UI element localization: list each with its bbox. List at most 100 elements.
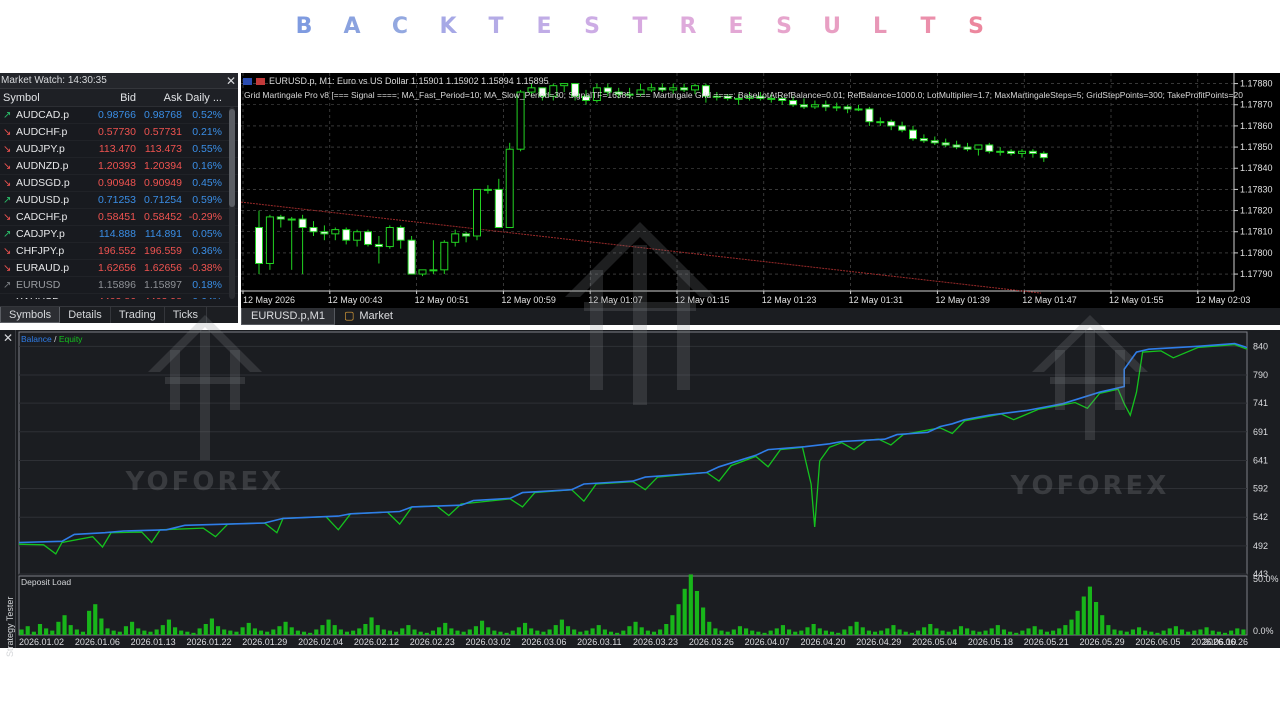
tab-label: Market <box>359 310 393 322</box>
x-tick-label: 2026.03.11 <box>577 637 621 647</box>
tab-eurusd-chart[interactable]: EURUSD.p,M1 <box>241 308 335 325</box>
deposit-load-bar <box>455 630 460 635</box>
deposit-load-bar <box>271 629 276 635</box>
chart-symbol-info: EURUSD.p, M1: Euro vs US Dollar 1.15901 … <box>269 76 549 86</box>
deposit-load-bar <box>437 627 442 635</box>
deposit-load-bar <box>351 630 356 635</box>
deposit-load-bar <box>430 630 436 635</box>
deposit-load-bar <box>971 630 976 635</box>
deposit-load-bar <box>338 629 343 635</box>
bid-price: 0.57730 <box>98 126 136 138</box>
market-watch-row[interactable]: ↗ EURUSD 1.15896 1.15897 0.18% <box>0 277 238 294</box>
candle-body <box>473 188 481 237</box>
deposit-load-bar <box>547 629 552 635</box>
deposit-load-bar <box>191 632 196 635</box>
deposit-load-bar <box>504 632 509 635</box>
bid-price: 1.62656 <box>98 262 136 274</box>
ask-price: 0.98768 <box>144 109 182 121</box>
title-letter: S <box>584 14 600 39</box>
market-watch-row[interactable]: ↘XAUUSD.p 4403.864403.980.64% <box>0 294 238 299</box>
market-watch-row[interactable]: ↘ AUDNZD.p 1.20393 1.20394 0.16% <box>0 158 238 175</box>
column-bid[interactable]: Bid <box>90 92 136 104</box>
legend-balance: Balance <box>21 334 52 344</box>
deposit-load-bar <box>670 615 675 635</box>
tab-market[interactable]: ▢ Market <box>335 308 402 325</box>
deposit-load-bar <box>651 631 657 635</box>
market-watch-row[interactable]: ↗ AUDUSD.p 0.71253 0.71254 0.59% <box>0 192 238 209</box>
close-icon[interactable]: ✕ <box>3 331 13 345</box>
market-watch-row[interactable]: ↗ AUDCAD.p 0.98766 0.98768 0.52% <box>0 107 238 124</box>
market-watch-row[interactable]: ↘ EURAUD.p 1.62656 1.62656 -0.38% <box>0 260 238 277</box>
market-watch-row[interactable]: ↘ AUDJPY.p 113.470 113.473 0.55% <box>0 141 238 158</box>
time-tick-label: 12 May 00:51 <box>415 295 470 305</box>
symbol-name: AUDJPY.p <box>16 143 65 155</box>
market-watch-row[interactable]: ↘ AUDCHF.p 0.57730 0.57731 0.21% <box>0 124 238 141</box>
deposit-load-bar <box>357 628 362 635</box>
deposit-load-bar <box>461 631 466 635</box>
tab-details[interactable]: Details <box>60 307 111 323</box>
deposit-load-bar <box>1204 627 1209 635</box>
deposit-load-bar <box>344 631 350 635</box>
candle-body <box>865 108 874 123</box>
chart-info-bar: EURUSD.p, M1: Euro vs US Dollar 1.15901 … <box>243 76 549 86</box>
deposit-load-bar <box>811 624 816 635</box>
symbol-name: CADCHF.p <box>16 211 68 223</box>
daily-change: -0.38% <box>188 262 222 274</box>
candle-body <box>429 269 438 272</box>
deposit-load-bar <box>952 629 957 635</box>
title-letter: R <box>679 14 697 39</box>
tab-symbols[interactable]: Symbols <box>0 307 61 323</box>
deposit-load-bar <box>688 574 693 635</box>
column-ask[interactable]: Ask <box>136 92 182 104</box>
market-watch-row[interactable]: ↘ AUDSGD.p 0.90948 0.90949 0.45% <box>0 175 238 192</box>
close-icon[interactable]: ✕ <box>224 74 238 88</box>
candlestick-chart[interactable]: 1.17880 1.17870 1.17860 1.17850 1.17840 1.178… <box>241 73 1280 308</box>
title-letter: A <box>343 14 361 39</box>
deposit-load-bar <box>314 629 319 635</box>
deposit-load-bar <box>246 622 251 635</box>
balance-equity-graph[interactable]: 84079074169164159254249244350.0%0.0%2026… <box>0 330 1280 648</box>
arrow-down-icon: ↘ <box>3 160 12 172</box>
ask-price: 196.559 <box>144 245 182 257</box>
candle <box>985 142 994 154</box>
deposit-load-bar <box>707 621 712 635</box>
candle-body <box>353 231 362 241</box>
title-letter: K <box>439 14 457 39</box>
column-symbol[interactable]: Symbol <box>0 92 90 104</box>
daily-change: -0.29% <box>188 211 222 223</box>
deposit-load-bar <box>381 629 386 635</box>
price-chart[interactable]: 1.17880 1.17870 1.17860 1.17850 1.17840 1.178… <box>241 73 1280 308</box>
market-watch-row[interactable]: ↘ CHFJPY.p 196.552 196.559 0.36% <box>0 243 238 260</box>
x-tick-label: 2026.05.21 <box>1024 637 1069 647</box>
deposit-load-bar <box>817 628 822 635</box>
y-tick-label: 492 <box>1253 541 1268 551</box>
tab-ticks[interactable]: Ticks <box>165 307 207 323</box>
deposit-load-bar <box>111 630 116 635</box>
deposit-load-bar <box>1155 632 1160 635</box>
scrollbar[interactable] <box>229 107 235 299</box>
candle <box>276 214 285 228</box>
candle <box>364 229 372 247</box>
deposit-load-bar <box>179 630 184 635</box>
deposit-load-bar <box>1106 625 1111 635</box>
ask-price: 113.473 <box>144 143 182 155</box>
deposit-load-bar <box>44 628 49 635</box>
column-daily[interactable]: Daily ... <box>182 92 226 104</box>
deposit-load-bar <box>123 626 129 635</box>
deposit-load-bar <box>535 630 540 635</box>
deposit-load-bar <box>799 630 804 635</box>
scrollbar-thumb[interactable] <box>229 109 235 207</box>
deposit-load-bar <box>1173 626 1178 635</box>
market-watch-row[interactable]: ↘ CADCHF.p 0.58451 0.58452 -0.29% <box>0 209 238 226</box>
arrow-down-icon: ↘ <box>3 143 12 155</box>
deposit-load-bar <box>277 626 282 635</box>
market-watch-row[interactable]: ↗ CADJPY.p 114.888 114.891 0.05% <box>0 226 238 243</box>
deposit-load-bar <box>645 630 650 635</box>
daily-change: 0.64% <box>182 296 226 299</box>
tab-trading[interactable]: Trading <box>111 307 165 323</box>
deposit-load-bar <box>915 630 921 635</box>
price-tick-label: 1.17880 <box>1240 79 1273 89</box>
arrow-up-icon: ↗ <box>3 194 12 206</box>
symbol-name: AUDUSD.p <box>16 194 70 206</box>
title-letter: L <box>872 14 888 39</box>
